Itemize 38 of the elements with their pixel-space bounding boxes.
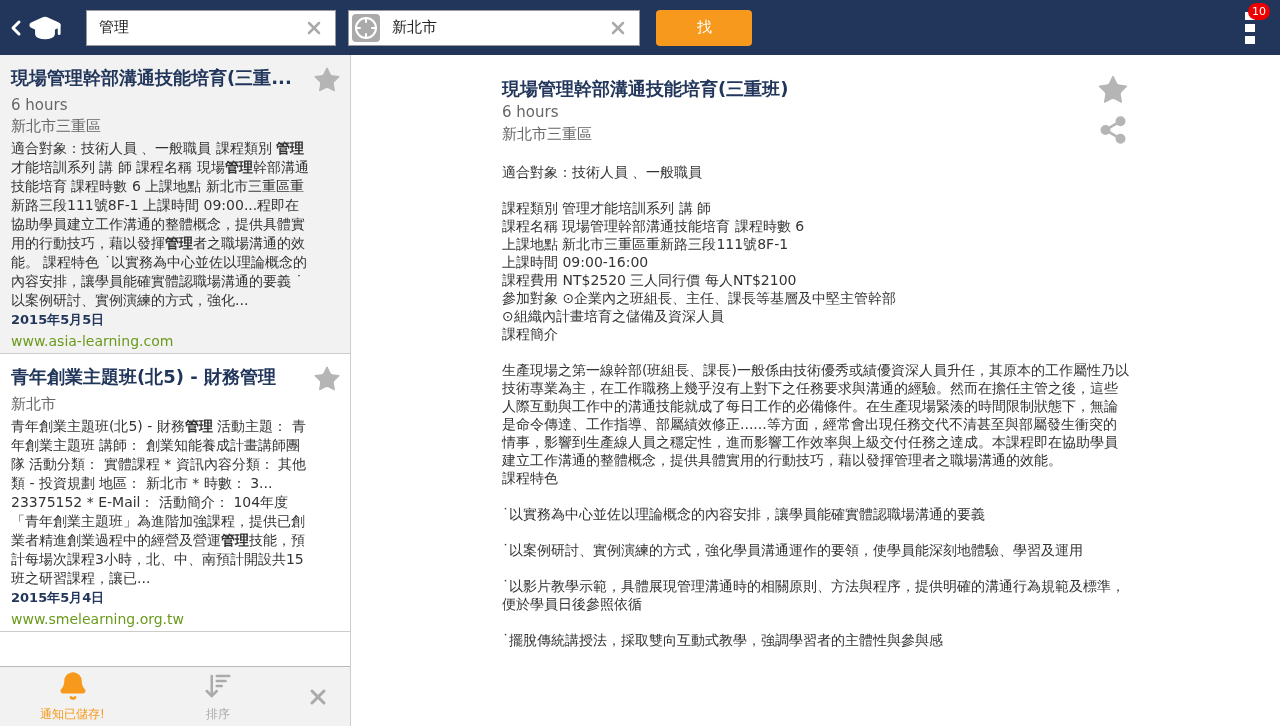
result-snippet: 青年創業主題班(北5) - 財務管理 活動主題： 青年創業主題班 講師： 創業知能養成計畫講師團隊 活動分類： 實體課程 * 資訊內容分類： 其他類 - 投資規劃 地區： 新北市 * 時數： 3... 23375152 * E-Mail： 活動簡介： 104年度「青年創業主題班」為進階加強課程，提供已創業者精進創業過程中的經營及營運管理技能，預計每場次課程3小時，北、中、南預計開設共15班之研習課程，讓已...	[11, 417, 308, 588]
detail-text: 參加對象 ⊙企業內之班組長、主任、課長等基層及中堅主管幹部	[502, 289, 898, 307]
result-meta: 新北市三重區	[11, 116, 102, 137]
result-date: 2015年5月4日	[11, 589, 106, 607]
detail-meta: 6 hours	[502, 102, 560, 123]
result-title: 現場管理幹部溝通技能培育(三重...	[11, 66, 293, 90]
notification-count: 10	[1248, 2, 1270, 20]
detail-text: 課程名稱 現場管理幹部溝通技能培育 課程時數 6	[502, 217, 806, 235]
detail-text: 課程類別 管理才能培訓系列 講 師	[502, 199, 713, 217]
result-title: 青年創業主題班(北5) - 財務管理	[11, 365, 277, 389]
search-field[interactable]: 管理	[86, 9, 336, 46]
detail-text: ˙擺脫傳統講授法，採取雙向互動式教學，強調學習者的主體性與參與感	[502, 631, 944, 649]
detail-text: ˙以案例研討、實例演練的方式，強化學員溝通運作的要領，使學員能深刻地體驗、學習及運用	[502, 541, 1084, 559]
detail-text: ˙以影片教學示範，具體展現管理溝通時的相關原則、方法與程序，提供明確的溝通行為規範及標準，便於學員日後參照依循	[502, 577, 1126, 613]
detail-title: 現場管理幹部溝通技能培育(三重班)	[502, 77, 790, 101]
detail-text: ˙以實務為中心並佐以理論概念的內容安排，讓學員能確實體認職場溝通的要義	[502, 505, 986, 523]
result-meta: 6 hours	[11, 95, 69, 116]
notification-button[interactable]: 通知已儲存!	[0, 667, 145, 726]
crosshair-icon[interactable]	[352, 13, 380, 42]
detail-text: 生產現場之第一線幹部(班組長、課長)一般係由技術優秀或績優資深人員升任，其原本的工作屬性乃以技術專業為主，在工作職務上幾乎沒有上對下之任務要求與溝通的經驗。然而在擔任主管之後，這些人際互動與工作中的溝通技能就成了每日工作的必備條件。在生產現場緊湊的時間限制狀態下，無論是命令傳達、工作指導、部屬績效修正......等方面，經常會出現任務交代不清甚至與部屬發生衝突的情事，影響到生產線人員之穩定性，進而影響工作效率與上級交付任務之達成。本課程即在協助學員建立工作溝通的整體概念，提供具體實用的行動技巧，藉以發揮管理者之職場溝通的效能。	[502, 361, 1130, 469]
detail-text: 課程費用 NT$2520 三人同行價 每人NT$2100	[502, 271, 798, 289]
detail-text: 上課時間 09:00-16:00	[502, 253, 650, 271]
detail-text: 上課地點 新北市三重區重新路三段111號8F-1	[502, 235, 790, 253]
sort-button[interactable]: 排序	[145, 667, 290, 726]
result-url[interactable]: www.asia-learning.com	[11, 330, 342, 352]
result-meta: 新北市	[11, 394, 57, 415]
result-item[interactable]	[0, 55, 350, 354]
result-url[interactable]: www.smelearning.org.tw	[11, 608, 342, 630]
detail-text: ⊙組織內計畫培育之儲備及資深人員	[502, 307, 725, 325]
result-date: 2015年5月5日	[11, 311, 106, 329]
search-button[interactable]: 找	[656, 9, 752, 46]
location-field[interactable]: 新北市	[348, 9, 640, 46]
detail-text: 適合對象：技術人員 、一般職員	[502, 163, 704, 181]
detail-meta: 新北市三重區	[502, 124, 593, 145]
share-icon[interactable]	[1098, 115, 1128, 145]
detail-text: 課程簡介	[502, 325, 559, 343]
result-snippet: 適合對象：技術人員 、一般職員 課程類別 管理才能培訓系列 講 師 課程名稱 現場管理幹部溝通技能培育 課程時數 6 上課地點 新北市三重區重新路三段111號8F-1 上課時間 09:00...程即在協助學員建立工作溝通的整體概念，提供具體實用的行動技巧，藉以發揮管理者之職場溝通的效能。 課程特色 ˙以實務為中心並佐以理論概念的內容安排，讓學員能確實體認職場溝通的要義 ˙以案例研討、實例演練的方式，強化...	[11, 139, 310, 310]
detail-text: 課程特色	[502, 469, 559, 487]
